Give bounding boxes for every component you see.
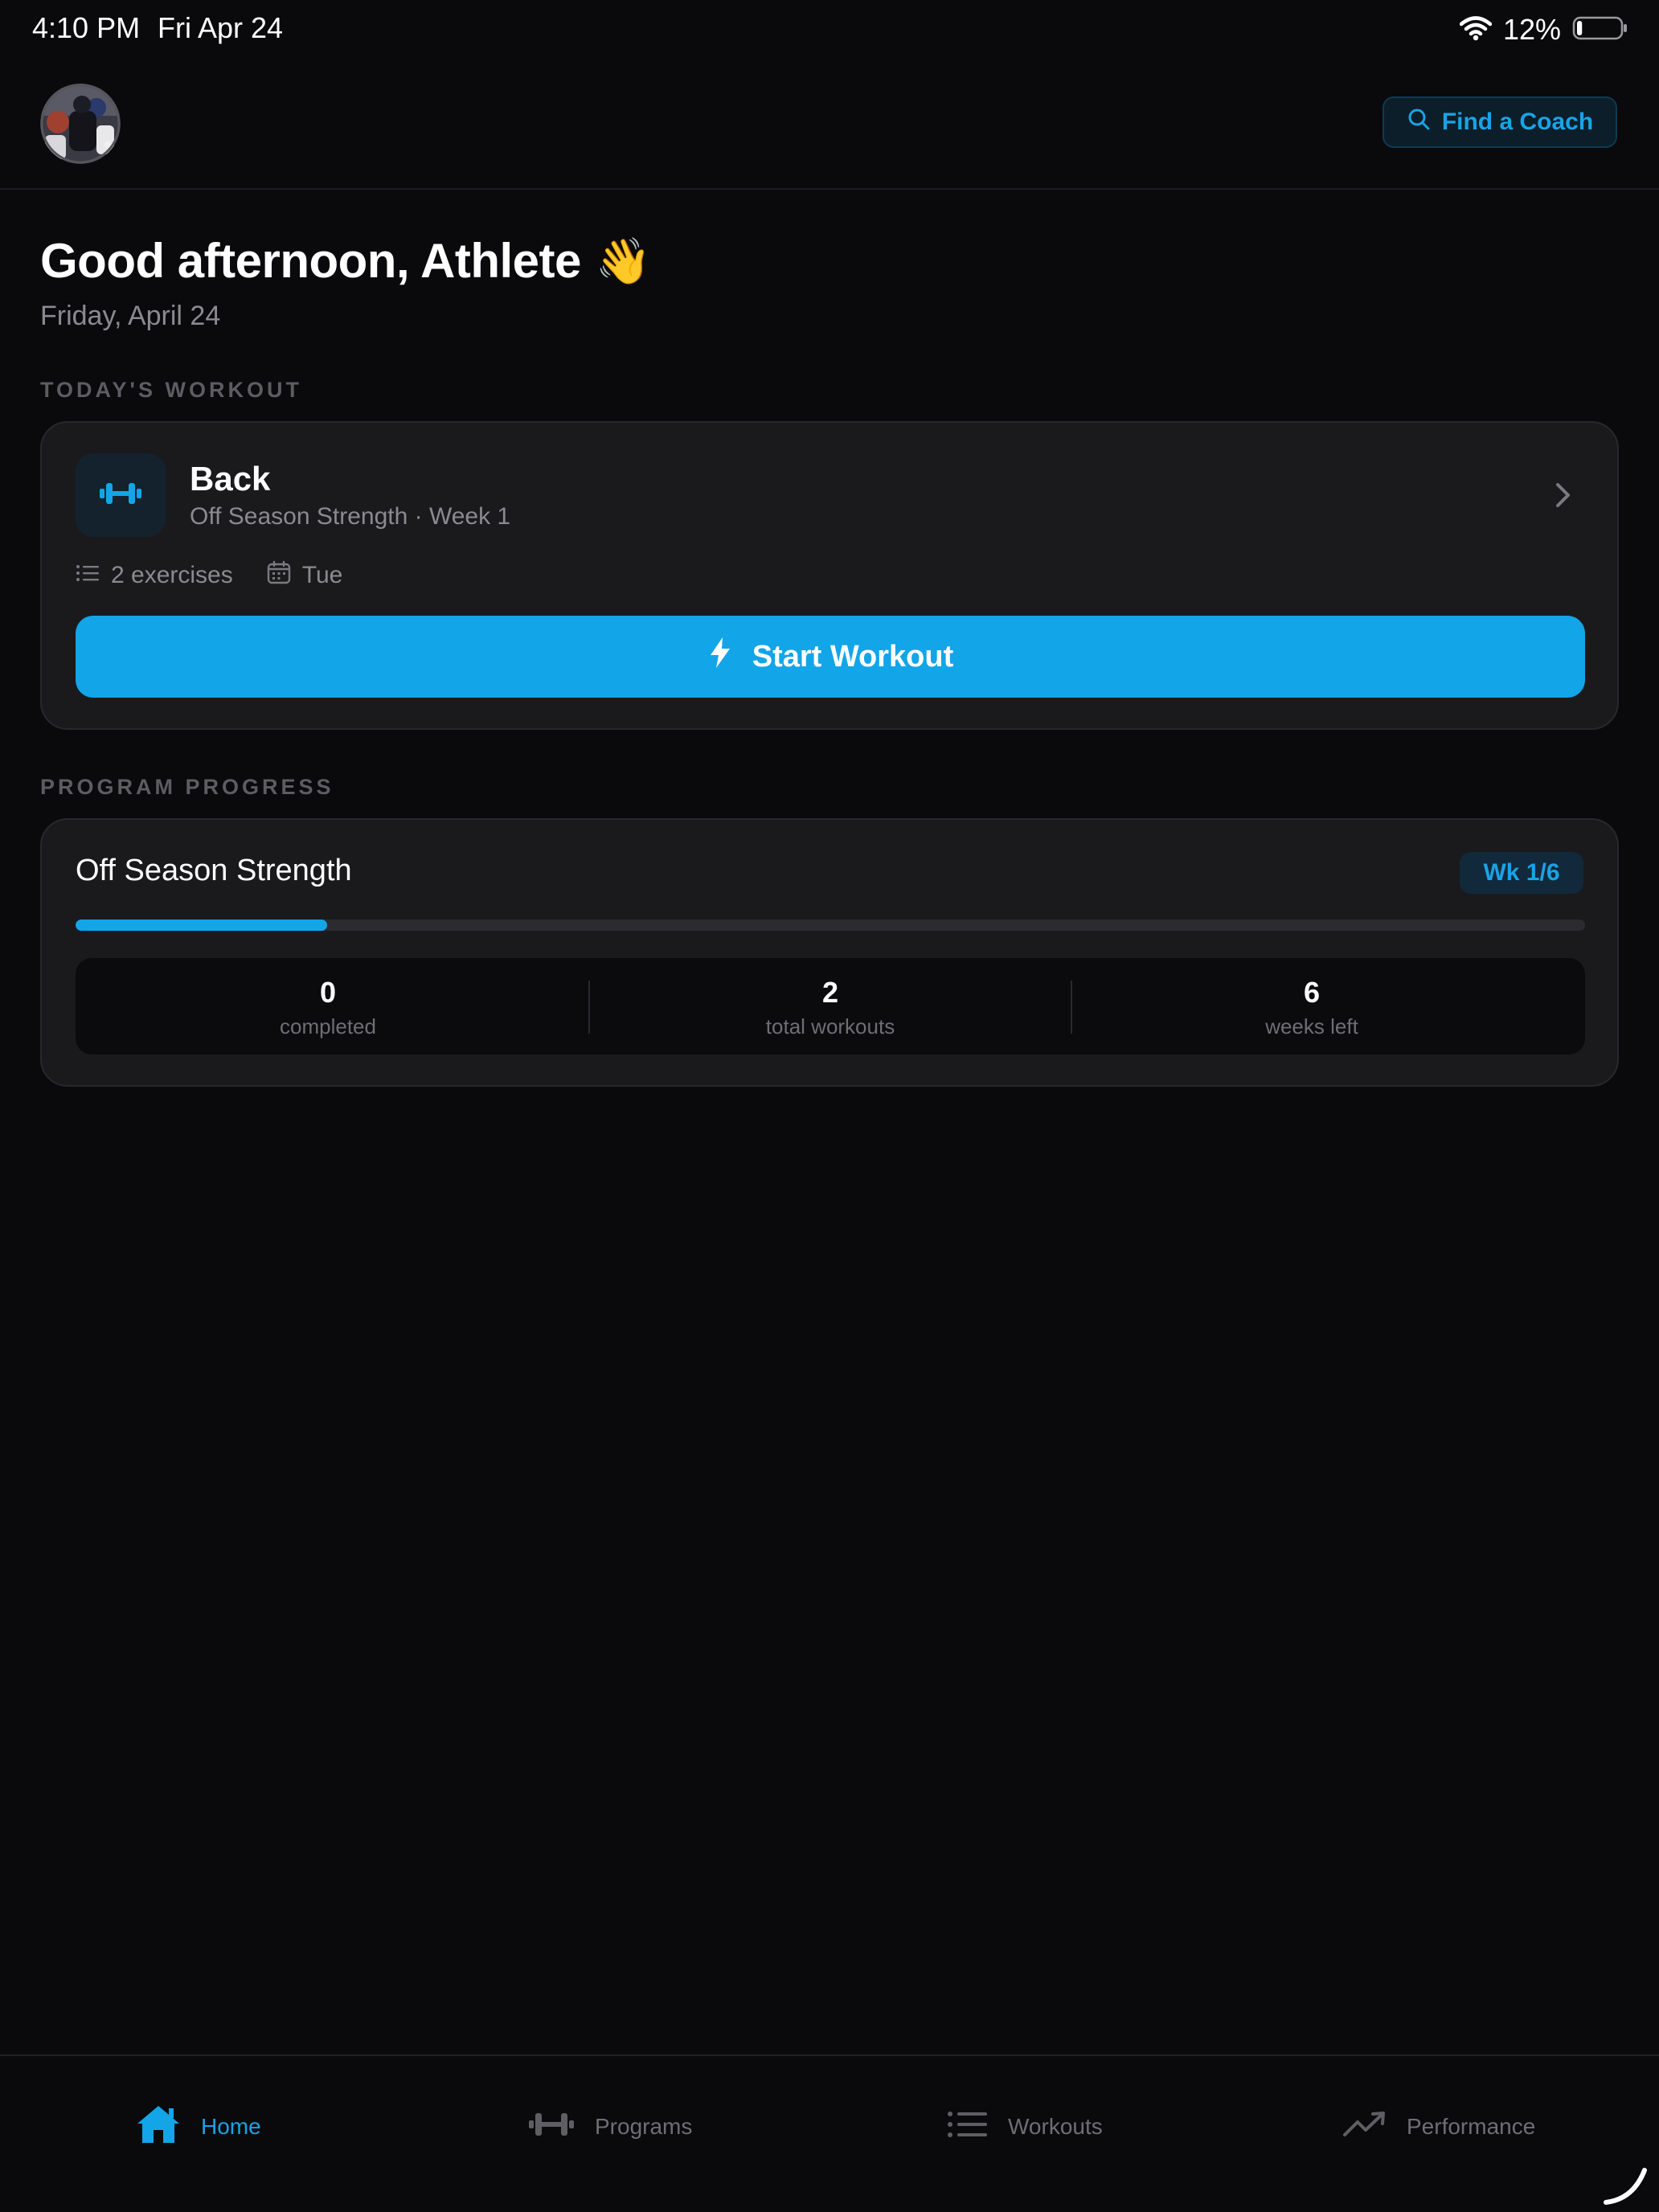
dumbbell-icon bbox=[527, 2110, 576, 2144]
tab-label: Programs bbox=[595, 2114, 693, 2139]
program-stats: 0 completed 2 total workouts 6 weeks lef… bbox=[76, 958, 1585, 1055]
stat-value: 0 bbox=[319, 976, 337, 1009]
stat-label: completed bbox=[280, 1014, 376, 1038]
status-time: 4:10 PM bbox=[32, 11, 141, 44]
list-icon bbox=[76, 562, 100, 589]
week-badge: Wk 1/6 bbox=[1460, 852, 1583, 894]
wave-emoji: 👋 bbox=[595, 235, 652, 286]
start-workout-label: Start Workout bbox=[752, 639, 954, 674]
trending-up-icon bbox=[1342, 2110, 1387, 2144]
tab-workouts[interactable]: Workouts bbox=[947, 2101, 1103, 2153]
todays-workout-card[interactable]: Back Off Season Strength · Week 1 2 exer… bbox=[40, 421, 1619, 730]
workout-icon-box bbox=[76, 453, 166, 537]
tab-bar: Home Programs Workouts Performance bbox=[0, 2054, 1659, 2212]
status-bar: 4:10 PM Fri Apr 24 12% bbox=[0, 0, 1659, 59]
progress-fill bbox=[76, 920, 328, 931]
progress-track bbox=[76, 920, 1585, 931]
todays-workout-label: TODAY'S WORKOUT bbox=[40, 378, 302, 402]
tab-performance[interactable]: Performance bbox=[1342, 2101, 1535, 2153]
find-coach-button[interactable]: Find a Coach bbox=[1382, 96, 1617, 148]
tab-programs[interactable]: Programs bbox=[527, 2101, 692, 2153]
greeting-heading: Good afternoon, Athlete 👋 bbox=[40, 233, 652, 289]
workout-subtitle: Off Season Strength · Week 1 bbox=[190, 503, 511, 530]
start-workout-button[interactable]: Start Workout bbox=[76, 616, 1585, 698]
calendar-icon bbox=[267, 560, 291, 591]
stat-completed: 0 completed bbox=[87, 958, 569, 1055]
stat-label: weeks left bbox=[1265, 1014, 1358, 1038]
status-indicators: 12% bbox=[1459, 13, 1628, 47]
battery-percent: 12% bbox=[1502, 13, 1561, 46]
app-root: 4:10 PM Fri Apr 24 12% Find a Coach Good… bbox=[0, 0, 1659, 2212]
tab-home[interactable]: Home bbox=[135, 2101, 261, 2153]
program-progress-label: PROGRAM PROGRESS bbox=[40, 775, 334, 799]
program-progress-card[interactable]: Off Season Strength Wk 1/6 0 completed 2… bbox=[40, 818, 1619, 1087]
dumbbell-icon bbox=[98, 479, 143, 512]
home-indicator-icon bbox=[1601, 2159, 1649, 2207]
app-header: Find a Coach bbox=[0, 59, 1659, 190]
wifi-icon bbox=[1459, 15, 1493, 45]
stat-label: total workouts bbox=[765, 1014, 895, 1038]
greeting-text: Good afternoon, Athlete bbox=[40, 234, 581, 288]
workout-meta: 2 exercises Tue bbox=[76, 559, 365, 592]
workout-day-label: Tue bbox=[301, 562, 343, 588]
workout-day: Tue bbox=[267, 560, 343, 591]
home-icon bbox=[135, 2103, 182, 2151]
list-icon bbox=[947, 2110, 989, 2144]
tab-label: Workouts bbox=[1008, 2114, 1103, 2139]
status-date: Fri Apr 24 bbox=[158, 11, 284, 44]
chevron-right-icon[interactable] bbox=[1546, 479, 1579, 511]
find-coach-label: Find a Coach bbox=[1441, 109, 1594, 135]
stat-value: 2 bbox=[821, 976, 839, 1009]
greeting-date: Friday, April 24 bbox=[40, 301, 221, 331]
tab-label: Home bbox=[201, 2114, 261, 2139]
battery-icon bbox=[1572, 14, 1628, 46]
tab-label: Performance bbox=[1407, 2114, 1536, 2139]
stat-total-workouts: 2 total workouts bbox=[589, 958, 1071, 1055]
workout-title: Back bbox=[190, 460, 271, 498]
exercise-count-label: 2 exercises bbox=[111, 562, 233, 588]
search-icon bbox=[1407, 107, 1431, 137]
lightning-icon bbox=[707, 637, 733, 677]
stat-weeks-left: 6 weeks left bbox=[1071, 958, 1553, 1055]
exercise-count: 2 exercises bbox=[76, 562, 233, 589]
stat-value: 6 bbox=[1303, 976, 1321, 1009]
program-title: Off Season Strength bbox=[76, 854, 352, 887]
avatar[interactable] bbox=[40, 84, 121, 164]
